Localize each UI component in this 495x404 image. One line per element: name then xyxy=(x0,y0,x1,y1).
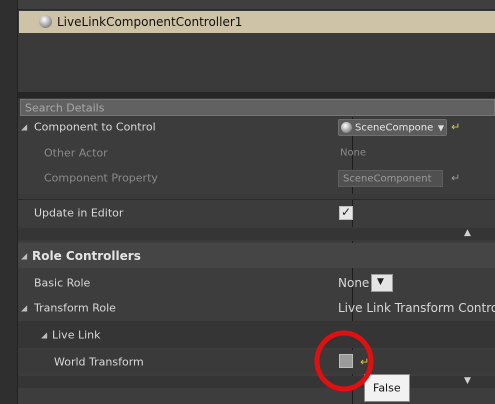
arrow-down-icon: ▼ xyxy=(464,376,471,386)
label-basic-role: Basic Role xyxy=(34,276,91,290)
collapse-arrow-up[interactable]: ▲ xyxy=(18,228,495,240)
checkmark-icon: ✓ xyxy=(341,205,352,219)
chevron-down-icon: ▼ xyxy=(437,123,444,132)
component-property-value: SceneComponent xyxy=(343,173,432,184)
highlight-circle xyxy=(314,330,374,392)
outliner-left-border xyxy=(0,0,18,404)
component-dropdown[interactable]: SceneCompone ▼ xyxy=(338,119,447,136)
reset-to-default-icon[interactable]: ↵ xyxy=(451,121,460,134)
row-world-transform: World Transform ↵ xyxy=(18,350,495,374)
search-input[interactable]: Search Details xyxy=(20,99,495,116)
outliner-previous-row[interactable] xyxy=(18,0,495,10)
component-icon xyxy=(39,15,52,28)
panel-divider xyxy=(18,92,495,98)
component-dropdown-value: SceneCompone xyxy=(355,122,434,133)
basic-role-value[interactable]: None xyxy=(338,276,369,290)
expand-arrow-icon: ◢ xyxy=(41,330,48,339)
label-world-transform: World Transform xyxy=(54,355,144,369)
expand-arrow-icon[interactable]: ◢ xyxy=(21,304,27,313)
row-component-to-control: ◢ Component to Control SceneCompone ▼ ↵ xyxy=(18,117,495,137)
expand-arrow-icon[interactable]: ◢ xyxy=(21,123,27,132)
section-title: Role Controllers xyxy=(32,248,141,263)
row-component-property: Component Property SceneComponent ↵ xyxy=(18,168,495,188)
transform-role-value[interactable]: Live Link Transform Controlle xyxy=(338,301,495,315)
search-placeholder: Search Details xyxy=(25,101,105,114)
label-live-link: Live Link xyxy=(52,328,101,341)
reset-to-default-icon[interactable]: ↵ xyxy=(451,172,460,185)
label-update-in-editor: Update in Editor xyxy=(34,206,124,220)
basic-role-dropdown[interactable]: ▼ xyxy=(371,274,393,292)
label-transform-role: Transform Role xyxy=(34,301,116,315)
row-other-actor: Other Actor None xyxy=(18,143,495,163)
arrow-up-icon: ▲ xyxy=(464,228,471,238)
component-name: LiveLinkComponentController1 xyxy=(57,15,243,29)
chevron-down-icon: ▼ xyxy=(377,277,384,287)
update-in-editor-checkbox[interactable]: ✓ xyxy=(339,205,353,220)
row-transform-role: ◢ Transform Role Live Link Transform Con… xyxy=(18,297,495,319)
section-header-role-controllers[interactable]: ◢ Role Controllers xyxy=(18,243,495,268)
row-update-in-editor: Update in Editor ✓ xyxy=(18,200,495,226)
row-basic-role: Basic Role None ▼ xyxy=(18,272,495,294)
other-actor-value[interactable]: None xyxy=(340,148,366,159)
row-live-link[interactable]: ◢ Live Link xyxy=(18,321,495,348)
label-component-to-control: Component to Control xyxy=(34,120,156,134)
scene-component-icon xyxy=(341,122,352,133)
highlight-stroke xyxy=(314,330,374,392)
collapse-arrow-down[interactable]: ▼ xyxy=(18,376,495,388)
component-property-field[interactable]: SceneComponent xyxy=(338,170,443,187)
label-other-actor: Other Actor xyxy=(44,146,108,160)
expand-arrow-icon: ◢ xyxy=(21,251,28,260)
outliner-selected-row[interactable]: LiveLinkComponentController1 xyxy=(19,11,495,33)
label-component-property: Component Property xyxy=(44,171,158,185)
